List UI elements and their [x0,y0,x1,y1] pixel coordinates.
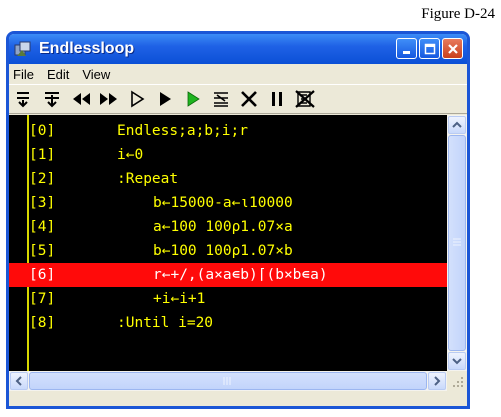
vertical-scrollbar[interactable] [447,115,467,371]
code-line-current[interactable]: [6] r←+/,(a×a∊b)⌈(b×b∊a) [9,263,447,287]
step-into-button[interactable] [41,88,65,110]
line-number: [0] [29,123,56,139]
step-over-button[interactable] [13,88,37,110]
minimize-button[interactable] [396,38,417,59]
horizontal-scroll-thumb[interactable] [29,372,427,390]
chevron-left-icon [15,376,22,386]
code-line[interactable]: [1] i←0 [9,143,447,167]
title-bar[interactable]: Endlessloop [9,34,467,64]
code-line[interactable]: [5] b←100 100ρ1.07×b [9,239,447,263]
continue-button[interactable] [181,88,205,110]
scroll-right-button[interactable] [428,372,446,390]
scroll-down-button[interactable] [448,352,466,370]
scroll-left-button[interactable] [10,372,28,390]
vertical-scroll-thumb[interactable] [448,135,466,351]
editor-window: Endlessloop File Edit View [0] Endless;a… [6,31,470,409]
line-number: [4] [29,219,56,235]
rewind-button[interactable] [69,88,93,110]
chevron-right-icon [434,376,441,386]
figure-caption: Figure D-24 [421,6,495,22]
line-number: [5] [29,243,56,259]
code-line[interactable]: [2] :Repeat [9,167,447,191]
close-icon [447,43,458,54]
clear-stops-button[interactable] [293,88,317,110]
window-title: Endlessloop [39,40,135,57]
line-number: [6] [29,267,56,283]
resize-grip-icon [453,377,463,387]
line-code: Endless;a;b;i;r [117,123,248,139]
menu-file[interactable]: File [13,67,34,82]
fast-forward-icon [100,93,117,105]
grip-lines-icon [453,238,461,246]
line-code: :Repeat [117,171,179,187]
line-number: [8] [29,315,56,331]
maximize-button[interactable] [419,38,440,59]
run-to-icon [131,90,145,108]
minimize-icon [402,50,410,54]
rewind-icon [73,93,90,105]
maximize-icon [424,43,435,54]
continue-icon [187,91,200,107]
step-over-icon [17,92,29,108]
line-code: :Until i=20 [117,315,214,331]
code-pane[interactable]: [0] Endless;a;b;i;r [1] i←0 [2] :Repeat [3] b←1… [9,115,447,371]
menu-bar: File Edit View [9,64,467,84]
trace-list-icon [214,92,228,107]
horizontal-scrollbar[interactable] [9,371,447,391]
code-line[interactable]: [0] Endless;a;b;i;r [9,119,447,143]
code-line[interactable]: [8] :Until i=20 [9,311,447,335]
code-line[interactable]: [7] +i←i+1 [9,287,447,311]
line-code: a←100 100ρ1.07×a [153,219,293,235]
line-number: [3] [29,195,56,211]
line-code: b←15000-a←ι10000 [153,195,293,211]
fast-forward-button[interactable] [97,88,121,110]
menu-edit[interactable]: Edit [47,67,69,82]
line-code: b←100 100ρ1.07×b [153,243,293,259]
trace-list-button[interactable] [209,88,233,110]
line-number: [2] [29,171,56,187]
run-to-button[interactable] [125,88,149,110]
cancel-icon [241,91,257,107]
scroll-up-button[interactable] [448,116,466,134]
tool-bar [9,84,467,114]
cancel-button[interactable] [237,88,261,110]
close-button[interactable] [442,38,463,59]
clear-stops-icon [295,90,315,108]
run-button[interactable] [153,88,177,110]
chevron-down-icon [452,358,462,365]
run-icon [160,92,171,106]
line-code: r←+/,(a×a∊b)⌈(b×b∊a) [153,267,328,283]
line-code: +i←i+1 [153,291,206,307]
line-code: i←0 [117,147,144,163]
line-number: [1] [29,147,56,163]
chevron-up-icon [452,121,462,128]
menu-view[interactable]: View [82,67,110,82]
resize-grip[interactable] [447,371,467,391]
workspace-icon [14,41,31,56]
pause-icon [272,92,282,106]
code-line[interactable]: [3] b←15000-a←ι10000 [9,191,447,215]
grip-lines-icon [223,377,231,385]
line-number: [7] [29,291,56,307]
code-line[interactable]: [4] a←100 100ρ1.07×a [9,215,447,239]
pause-button[interactable] [265,88,289,110]
step-into-icon [45,92,59,108]
